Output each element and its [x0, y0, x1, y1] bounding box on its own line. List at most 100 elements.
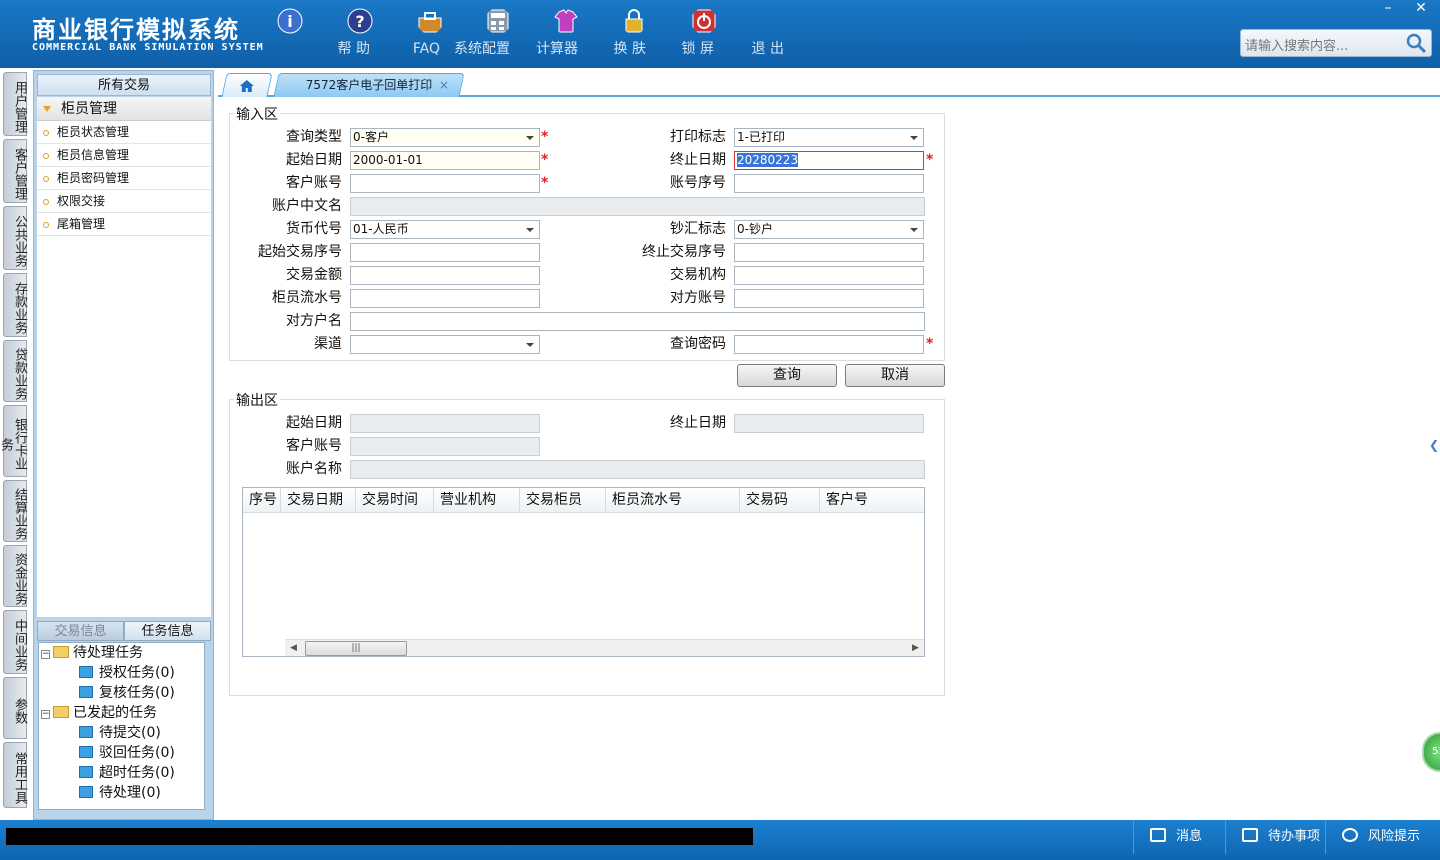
menu-group-teller-mgmt[interactable]: 柜员管理 — [37, 97, 211, 121]
vtab-deposit[interactable]: 存款业务 — [3, 273, 27, 337]
tab-task-info[interactable]: 任务信息 — [124, 621, 211, 641]
org-field[interactable] — [734, 266, 924, 285]
table-header: 序号 交易日期 交易时间 营业机构 交易柜员 柜员流水号 交易码 客户号 — [243, 488, 924, 513]
counter-account-field[interactable] — [734, 289, 924, 308]
collapse-icon[interactable]: − — [41, 650, 50, 659]
output-area-legend: 输出区 — [234, 390, 280, 410]
col-branch[interactable]: 营业机构 — [434, 488, 520, 513]
query-button[interactable]: 查询 — [737, 364, 837, 387]
tree-node-rejected[interactable]: 驳回任务(0) — [79, 743, 175, 763]
info-icon: i — [277, 8, 303, 34]
tree-node-initiated[interactable]: − 已发起的任务 — [41, 703, 157, 723]
tree-node-auth-task[interactable]: 授权任务(0) — [79, 663, 175, 683]
change-skin-button[interactable]: 换 肤 — [536, 8, 646, 57]
out-account-field — [350, 437, 540, 456]
menu-item-teller-status[interactable]: 柜员状态管理 — [37, 121, 211, 144]
info-tabs: 交易信息 任务信息 — [37, 621, 211, 641]
scroll-right-icon[interactable]: ▶ — [907, 640, 924, 657]
col-customer-no[interactable]: 客户号 — [820, 488, 924, 513]
search-icon[interactable] — [1405, 32, 1427, 54]
tree-node-review-task[interactable]: 复核任务(0) — [79, 683, 175, 703]
end-seq-field[interactable] — [734, 243, 924, 262]
counter-name-field[interactable] — [350, 312, 925, 331]
help-button[interactable]: i 帮 助 — [260, 8, 370, 57]
amount-field[interactable] — [350, 266, 540, 285]
currency-select[interactable]: 01-人民币 — [350, 220, 540, 239]
channel-select[interactable] — [350, 335, 540, 354]
collapse-panel-icon[interactable]: ❮ — [1428, 420, 1440, 470]
task-icon — [79, 666, 93, 678]
col-trade-time[interactable]: 交易时间 — [356, 488, 434, 513]
risk-alert-button[interactable]: 风险提示 — [1325, 820, 1440, 854]
shirt-icon — [554, 9, 578, 33]
account-label: 客户账号 — [286, 175, 342, 191]
cancel-button[interactable]: 取消 — [845, 364, 945, 387]
vtab-params[interactable]: 参数 — [3, 677, 27, 739]
vtab-settlement[interactable]: 结算业务 — [3, 480, 27, 542]
col-trade-code[interactable]: 交易码 — [740, 488, 820, 513]
vtab-intermediate[interactable]: 中间业务 — [3, 610, 27, 674]
menu-item-permission-handover[interactable]: 权限交接 — [37, 190, 211, 213]
counter-account-label: 对方账号 — [670, 290, 726, 306]
start-date-field[interactable]: 2000-01-01 — [350, 151, 540, 170]
tree-node-to-process[interactable]: 待处理(0) — [79, 783, 161, 803]
out-end-date-label: 终止日期 — [670, 415, 726, 431]
horizontal-scrollbar[interactable]: ◀ ||| ▶ — [285, 639, 924, 656]
collapse-icon[interactable]: − — [41, 710, 50, 719]
tab-home[interactable] — [221, 73, 273, 97]
col-trade-date[interactable]: 交易日期 — [281, 488, 356, 513]
tab-7572-receipt-print[interactable]: 7572客户电子回单打印 × — [273, 73, 465, 97]
tree-node-to-submit[interactable]: 待提交(0) — [79, 723, 161, 743]
channel-label: 渠道 — [314, 336, 342, 352]
out-start-date-field — [350, 414, 540, 433]
svg-text:?: ? — [355, 12, 364, 31]
vtab-common-tools[interactable]: 常用工具 — [3, 742, 27, 808]
messages-button[interactable]: 消息 — [1133, 820, 1225, 854]
vtab-loan[interactable]: 贷款业务 — [3, 340, 27, 402]
col-teller-flow[interactable]: 柜员流水号 — [606, 488, 740, 513]
account-seq-field[interactable] — [734, 174, 924, 193]
account-field[interactable] — [350, 174, 540, 193]
cash-flag-select[interactable]: 0-钞户 — [734, 220, 924, 239]
calculator-button[interactable]: 计算器 — [468, 8, 578, 57]
vtab-bank-card[interactable]: 银行卡业务 — [0, 405, 27, 477]
tree-node-timeout[interactable]: 超时任务(0) — [79, 763, 175, 783]
col-teller[interactable]: 交易柜员 — [520, 488, 606, 513]
minimize-button[interactable]: – — [1376, 0, 1400, 18]
transaction-menu: 柜员管理 柜员状态管理 柜员信息管理 柜员密码管理 权限交接 尾箱管理 — [37, 97, 211, 617]
scroll-thumb[interactable]: ||| — [305, 641, 407, 656]
print-flag-select[interactable]: 1-已打印 — [734, 128, 924, 147]
col-seq[interactable]: 序号 — [243, 488, 281, 513]
toolbox-icon — [418, 12, 442, 33]
menu-item-tail-box[interactable]: 尾箱管理 — [37, 213, 211, 236]
account-name-cn-field — [350, 197, 925, 216]
close-window-button[interactable]: ✕ — [1408, 0, 1434, 18]
system-config-button[interactable]: 系统配置 — [400, 8, 510, 57]
tree-node-pending[interactable]: − 待处理任务 — [41, 643, 143, 663]
start-seq-field[interactable] — [350, 243, 540, 262]
end-date-field[interactable]: 20280223 — [734, 151, 924, 170]
lock-screen-button[interactable]: 锁 屏 — [604, 8, 714, 57]
vtab-user-mgmt[interactable]: 用户管理 — [3, 72, 27, 136]
tab-transaction-info[interactable]: 交易信息 — [37, 621, 124, 641]
close-tab-icon[interactable]: × — [439, 74, 449, 96]
query-pwd-field[interactable] — [734, 335, 924, 354]
search-input[interactable]: 请输入搜索内容... — [1240, 29, 1432, 57]
menu-item-teller-password[interactable]: 柜员密码管理 — [37, 167, 211, 190]
query-pwd-label: 查询密码 — [670, 336, 726, 352]
vtab-funds[interactable]: 资金业务 — [3, 545, 27, 607]
teller-flow-field[interactable] — [350, 289, 540, 308]
query-type-select[interactable]: 0-客户 — [350, 128, 540, 147]
todo-button[interactable]: 待办事项 — [1225, 820, 1325, 854]
vtab-customer-mgmt[interactable]: 客户管理 — [3, 139, 27, 203]
menu-item-teller-info[interactable]: 柜员信息管理 — [37, 144, 211, 167]
vtab-public-business[interactable]: 公共业务 — [3, 206, 27, 270]
all-transactions-header[interactable]: 所有交易 — [37, 74, 211, 96]
faq-button[interactable]: ? FAQ — [330, 8, 440, 57]
scroll-left-icon[interactable]: ◀ — [285, 640, 302, 657]
org-label: 交易机构 — [670, 267, 726, 283]
svg-text:i: i — [287, 12, 292, 31]
out-account-label: 客户账号 — [286, 438, 342, 454]
exit-button[interactable]: 退 出 — [674, 8, 784, 57]
task-tree: − 待处理任务 授权任务(0) 复核任务(0) − 已发起的任务 待提交(0) 驳回… — [38, 642, 205, 810]
